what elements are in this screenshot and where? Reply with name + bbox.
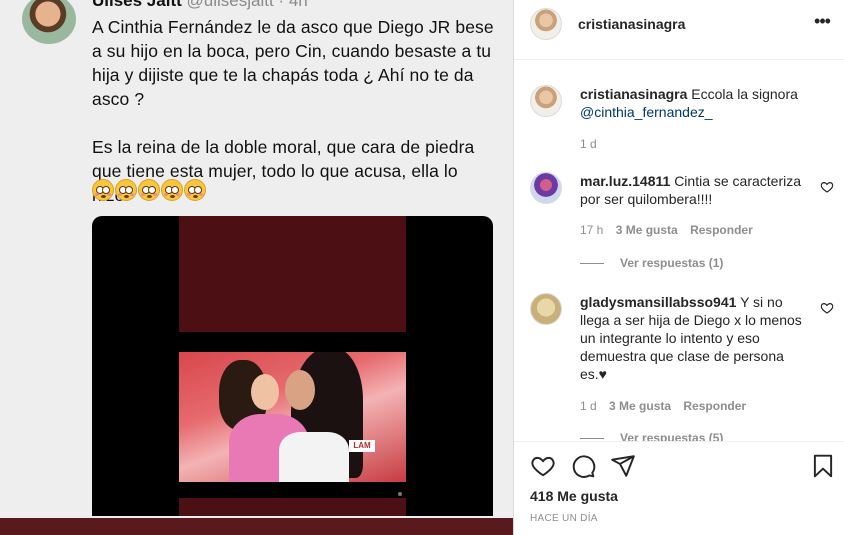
caption-username[interactable]: cristianasinagra [580, 86, 687, 102]
avatar[interactable] [530, 8, 562, 40]
comment-meta: 1 d 3 Me gusta Responder [580, 399, 755, 413]
flushed-face-icon [161, 179, 183, 201]
post-media[interactable]: Ulises Jaitt @ulisesjaitt · 4h A Cinthia… [0, 0, 513, 535]
avatar[interactable] [530, 85, 562, 117]
tweet-author-handle: @ulisesjaitt [186, 0, 274, 10]
caption-time[interactable]: 1 d [580, 137, 597, 151]
comment-likes[interactable]: 3 Me gusta [616, 223, 678, 237]
like-icon[interactable] [530, 453, 556, 479]
avatar[interactable] [530, 293, 562, 325]
tweet-author-name: Ulises Jaitt [92, 0, 182, 10]
tweet-time: 4h [288, 0, 308, 10]
heart-icon[interactable] [820, 180, 834, 194]
comment-time[interactable]: 17 h [580, 223, 603, 237]
comment-text: mar.luz.14811 Cintia se caracteriza por … [580, 173, 802, 207]
view-replies-button[interactable]: Ver respuestas (1) [580, 256, 723, 270]
media-bottom-strip [0, 518, 513, 535]
comment-time[interactable]: 1 d [580, 399, 597, 413]
channel-logo: LAM [349, 440, 375, 452]
caption-mention[interactable]: @cinthia_fernandez_ [580, 104, 713, 120]
likes-count[interactable]: 418 Me gusta [530, 488, 618, 504]
flushed-face-icon [138, 179, 160, 201]
flushed-face-icon [184, 179, 206, 201]
tweet-paragraph: A Cinthia Fernández le da asco que Diego… [92, 17, 494, 109]
caption-text: cristianasinagra Eccola la signora @cint… [580, 86, 798, 120]
view-replies-button[interactable]: Ver respuestas (5) [580, 431, 723, 441]
tweet-video[interactable]: LAM [92, 216, 493, 516]
flushed-face-icon [92, 179, 114, 201]
post-date[interactable]: HACE UN DÍA [530, 513, 598, 524]
tweet-emoji-row [92, 179, 206, 201]
tweet-author-row: Ulises Jaitt @ulisesjaitt · 4h [92, 0, 308, 11]
bookmark-icon[interactable] [810, 453, 836, 479]
reply-button[interactable]: Responder [690, 223, 753, 237]
comment-icon[interactable] [570, 453, 596, 479]
tweet-screenshot: Ulises Jaitt @ulisesjaitt · 4h A Cinthia… [0, 0, 513, 518]
video-band-top [179, 216, 406, 332]
more-options-icon[interactable]: ••• [810, 12, 834, 34]
comment-likes[interactable]: 3 Me gusta [609, 399, 671, 413]
post-author-username[interactable]: cristianasinagra [578, 16, 685, 32]
comment-username[interactable]: mar.luz.14811 [580, 173, 670, 189]
video-band-bottom [179, 498, 406, 516]
video-indicator-dot [398, 492, 402, 496]
reply-button[interactable]: Responder [683, 399, 746, 413]
comment-meta: 17 h 3 Me gusta Responder [580, 223, 762, 237]
comment-username[interactable]: gladysmansillabsso941 [580, 294, 736, 310]
tweet-author-avatar [22, 0, 76, 44]
post-actions: 418 Me gusta HACE UN DÍA [514, 441, 844, 535]
comment-text: gladysmansillabsso941 Y si no llega a se… [580, 294, 802, 382]
comments-list[interactable]: cristianasinagra Eccola la signora @cint… [514, 61, 844, 441]
share-icon[interactable] [610, 453, 636, 479]
avatar[interactable] [530, 172, 562, 204]
video-frame: LAM [179, 352, 406, 482]
heart-icon[interactable] [820, 301, 834, 315]
flushed-face-icon [115, 179, 137, 201]
post-sidebar: cristianasinagra ••• cristianasinagra Ec… [513, 0, 844, 535]
caption-meta: 1 d [580, 137, 606, 151]
post-header: cristianasinagra ••• [514, 0, 844, 60]
